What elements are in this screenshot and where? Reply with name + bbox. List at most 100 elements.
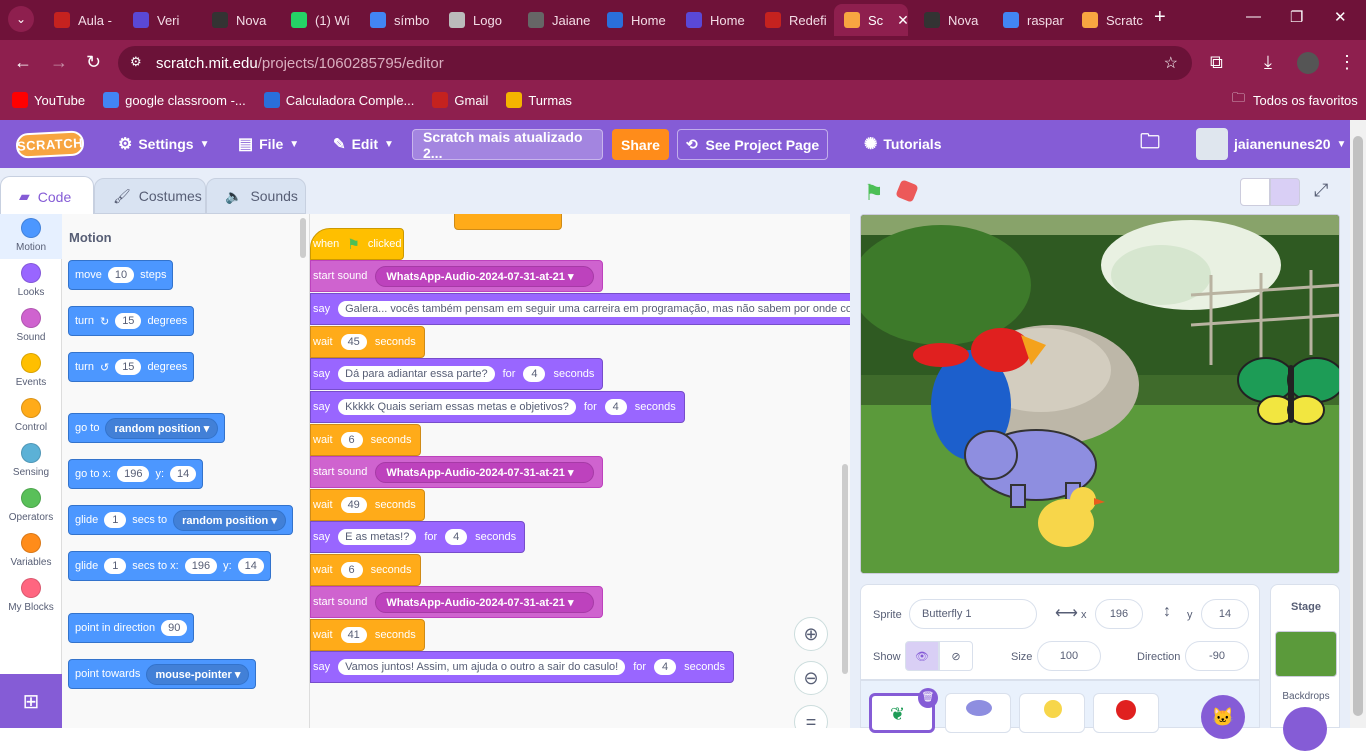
backdrop-thumbnail[interactable] (1275, 631, 1337, 677)
direction-input[interactable]: 90 (161, 620, 188, 636)
say-block[interactable]: say Kkkkk Quais seriam essas metas e obje… (310, 391, 685, 423)
start-sound-block[interactable]: start sound WhatsApp-Audio-2024-07-31-at-… (310, 456, 604, 488)
stage-canvas[interactable] (860, 214, 1340, 574)
normal-stage-button[interactable] (1270, 178, 1300, 206)
category-sensing[interactable]: Sensing (0, 439, 62, 484)
x-input[interactable]: 196 (184, 558, 218, 574)
category-sound[interactable]: Sound (0, 304, 62, 349)
start-sound-block[interactable]: start sound WhatsApp-Audio-2024-07-31-at-… (310, 586, 604, 618)
add-sprite-button[interactable]: 🐱 (1201, 695, 1245, 739)
seconds-input[interactable]: 41 (340, 627, 367, 643)
bookmark-item[interactable]: Calculadora Comple... (263, 92, 414, 108)
palette-scrollbar[interactable] (300, 218, 306, 258)
close-window-button[interactable]: ✕ (1334, 8, 1347, 26)
wait-block[interactable]: wait 6 seconds (310, 554, 421, 586)
secs-input[interactable]: 1 (104, 512, 127, 528)
extensions-icon[interactable]: ⧉ (1210, 50, 1223, 74)
delete-icon[interactable]: 🗑 (918, 688, 938, 708)
say-block[interactable]: say E as metas!? for 4 seconds (310, 521, 526, 553)
steps-input[interactable]: 10 (107, 267, 135, 283)
category-my-blocks[interactable]: My Blocks (0, 574, 62, 619)
y-input[interactable]: 14 (1201, 599, 1249, 629)
browser-tab[interactable]: Logo (439, 4, 517, 36)
address-bar[interactable]: ⚙ scratch.mit.edu/projects/1060285795/ed… (118, 46, 1192, 80)
site-info-icon[interactable]: ⚙ (130, 54, 142, 70)
sound-dropdown[interactable]: WhatsApp-Audio-2024-07-31-at-21 ▾ (375, 591, 595, 613)
fullscreen-button[interactable]: ⤢ (1314, 180, 1328, 201)
seconds-input[interactable]: 45 (340, 334, 367, 350)
account-menu[interactable]: jaianenunes20 ▼ (1196, 120, 1346, 168)
minimize-button[interactable]: — (1246, 8, 1261, 25)
script-scrollbar[interactable] (842, 464, 848, 674)
message-input[interactable]: Dá para adiantar essa parte? (338, 366, 495, 382)
green-flag-button[interactable]: ⚑ (864, 180, 884, 206)
y-input[interactable]: 14 (237, 558, 264, 574)
browser-menu-icon[interactable]: ⋮ (1338, 50, 1356, 74)
maximize-button[interactable]: ❐ (1290, 8, 1303, 26)
sound-dropdown[interactable]: WhatsApp-Audio-2024-07-31-at-21 ▾ (375, 461, 595, 483)
tab-code[interactable]: ▰ Code (0, 176, 94, 216)
browser-tab[interactable]: Redefi (755, 4, 833, 36)
message-input[interactable]: E as metas!? (338, 529, 417, 545)
turn-left-block[interactable]: turn ↺ 15 degrees (68, 352, 195, 382)
category-operators[interactable]: Operators (0, 484, 62, 529)
direction-input[interactable]: -90 (1185, 641, 1249, 671)
size-input[interactable]: 100 (1037, 641, 1101, 671)
category-motion[interactable]: Motion (0, 214, 62, 259)
browser-tab[interactable]: Scratc (1072, 4, 1150, 36)
y-input[interactable]: 14 (170, 466, 197, 482)
seconds-input[interactable]: 6 (340, 432, 363, 448)
browser-tab[interactable]: Jaiane (518, 4, 596, 36)
seconds-input[interactable]: 4 (445, 529, 468, 545)
sprite-thumb-butterfly[interactable]: ❦ 🗑 (869, 688, 938, 733)
sprite-name-input[interactable]: Butterfly 1 (909, 599, 1037, 629)
browser-tab[interactable]: Aula - (44, 4, 122, 36)
x-input[interactable]: 196 (117, 466, 150, 482)
partial-block[interactable] (454, 214, 562, 230)
message-input[interactable]: Kkkkk Quais seriam essas metas e objetiv… (338, 399, 576, 415)
browser-tab[interactable]: símbo (360, 4, 438, 36)
seconds-input[interactable]: 4 (654, 659, 677, 675)
script-area[interactable]: when ⚑ clicked start sound WhatsApp-Audio… (310, 214, 850, 728)
stop-button[interactable] (895, 179, 919, 203)
glide-xy-block[interactable]: glide 1 secs to x: 196 y: 14 (68, 551, 271, 581)
show-visible-button[interactable]: 👁 (905, 641, 939, 671)
say-block[interactable]: say Dá para adiantar essa parte? for 4 secon… (310, 358, 604, 390)
browser-tab[interactable]: Sc ✕ (834, 4, 908, 36)
sound-dropdown[interactable]: WhatsApp-Audio-2024-07-31-at-21 ▾ (375, 265, 595, 287)
bookmark-item[interactable]: Turmas (506, 92, 572, 108)
sprite-thumb-parrot[interactable] (1093, 693, 1159, 733)
degrees-input[interactable]: 15 (115, 313, 142, 329)
go-to-block[interactable]: go to random position ▾ (68, 413, 226, 443)
back-button[interactable]: ← (14, 50, 32, 74)
tab-sounds[interactable]: 🔈 Sounds (206, 178, 306, 214)
category-events[interactable]: Events (0, 349, 62, 394)
browser-tab[interactable]: raspar (993, 4, 1071, 36)
start-sound-block[interactable]: start sound WhatsApp-Audio-2024-07-31-at-… (310, 260, 604, 292)
browser-tab[interactable]: Nova (914, 4, 992, 36)
x-input[interactable]: 196 (1095, 599, 1143, 629)
wait-block[interactable]: wait 6 seconds (310, 424, 421, 456)
bookmark-item[interactable]: Gmail (432, 92, 488, 108)
all-bookmarks[interactable]: 🗀 Todos os favoritos (1232, 89, 1358, 111)
seconds-input[interactable]: 6 (340, 562, 363, 578)
zoom-out-button[interactable]: ⊖ (794, 661, 828, 695)
tab-search-button[interactable]: ⌄ (8, 6, 34, 32)
tutorials-button[interactable]: ✺ Tutorials (864, 120, 941, 168)
browser-tab[interactable]: Veri (123, 4, 201, 36)
go-to-dropdown[interactable]: random position ▾ (105, 417, 219, 439)
say-block[interactable]: say Galera... vocês também pensam em segu… (310, 293, 850, 325)
glide-block[interactable]: glide 1 secs to random position ▾ (68, 505, 293, 535)
my-stuff-button[interactable]: 🗀 (1140, 120, 1160, 168)
sprite-thumb-elephant[interactable] (945, 693, 1011, 733)
seconds-input[interactable]: 4 (523, 366, 546, 382)
stage-selector[interactable]: Stage Backdrops (1270, 584, 1340, 751)
message-input[interactable]: Galera... vocês também pensam em seguir … (338, 301, 850, 317)
go-to-xy-block[interactable]: go to x: 196 y: 14 (68, 459, 204, 489)
zoom-reset-button[interactable]: = (794, 705, 828, 728)
move-steps-block[interactable]: move 10 steps (68, 260, 174, 290)
point-towards-dropdown[interactable]: mouse-pointer ▾ (146, 663, 250, 685)
category-variables[interactable]: Variables (0, 529, 62, 574)
close-tab-icon[interactable]: ✕ (897, 12, 908, 29)
browser-tab[interactable]: Nova (202, 4, 280, 36)
